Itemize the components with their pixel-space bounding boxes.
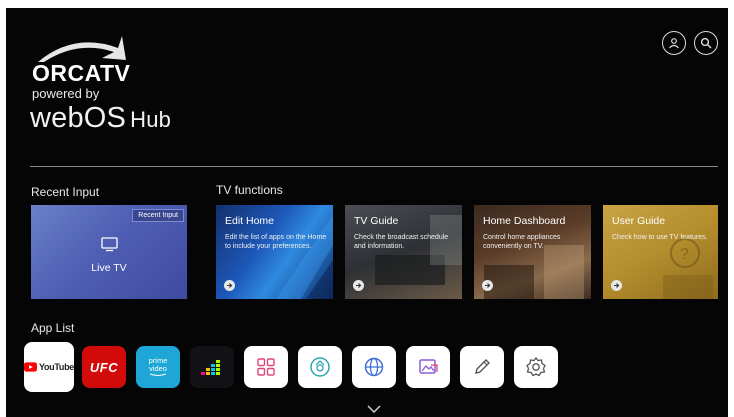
recent-input-label: Recent Input [31,185,100,199]
youtube-play-icon [24,362,37,372]
live-tv-label: Live TV [91,262,127,274]
powered-by-text: powered by [32,86,100,101]
orca-swoosh-logo [38,36,126,62]
app-apps[interactable] [244,346,288,388]
card-description: Control home appliances conveniently on … [483,234,561,250]
header-divider [30,166,718,167]
app-deezer[interactable] [190,346,234,388]
youtube-label: YouTube [38,362,74,372]
app-ufc[interactable]: UFC [82,346,126,388]
recent-input-card[interactable]: Recent Input Live TV [31,205,187,299]
app-list-label: App List [31,321,75,335]
gear-icon [526,356,546,377]
app-gallery[interactable] [406,346,450,388]
tv-icon [101,237,118,252]
arrow-right-icon [482,280,493,291]
globe-icon [364,357,384,377]
user-guide-card[interactable]: ? User Guide Check how to use TV feature… [603,205,718,299]
app-youtube[interactable]: YouTube [24,342,74,392]
app-prime-video[interactable]: prime video [136,346,180,388]
chevron-down-icon[interactable] [367,405,381,413]
hub-text: Hub [130,107,172,132]
app-web-browser[interactable] [352,346,396,388]
amazon-smile-icon [149,373,167,376]
card-title: Home Dashboard [483,215,566,227]
edit-home-card[interactable]: Edit Home Edit the list of apps on the H… [216,205,333,299]
apps-grid-icon [257,358,275,376]
arrow-right-icon [353,280,364,291]
pencil-icon [475,359,490,374]
search-icon[interactable] [694,31,718,55]
deezer-icon [201,360,220,375]
card-title: User Guide [612,215,666,227]
brand-name: ORCATV [32,60,131,86]
webos-text: webOS [30,102,127,134]
arrow-right-icon [224,280,235,291]
user-icon[interactable] [662,31,686,55]
app-settings[interactable] [514,346,558,388]
video-label: video [149,364,167,373]
home-dashboard-card[interactable]: Home Dashboard Control home appliances c… [474,205,591,299]
tv-guide-card[interactable]: TV Guide Check the broadcast schedule an… [345,205,462,299]
screen-share-icon [310,357,330,377]
card-title: Edit Home [225,215,275,227]
card-description: Check the broadcast schedule and informa… [354,234,449,250]
svg-text:?: ? [680,246,689,263]
card-title: TV Guide [354,215,399,227]
webos-hub-logo: webOS Hub [30,102,171,135]
app-edit[interactable] [460,346,504,388]
recent-input-badge: Recent Input [132,209,184,222]
tv-functions-label: TV functions [216,183,283,197]
card-description: Check how to use TV features. [612,234,708,241]
ufc-label: UFC [89,359,119,375]
gallery-icon [419,359,438,374]
card-description: Edit the list of apps on the Home to inc… [225,234,327,250]
arrow-right-icon [611,280,622,291]
tv-home-screen: ORCATV powered by webOS Hub Recent Input … [6,8,728,417]
app-screen-share[interactable] [298,346,342,388]
